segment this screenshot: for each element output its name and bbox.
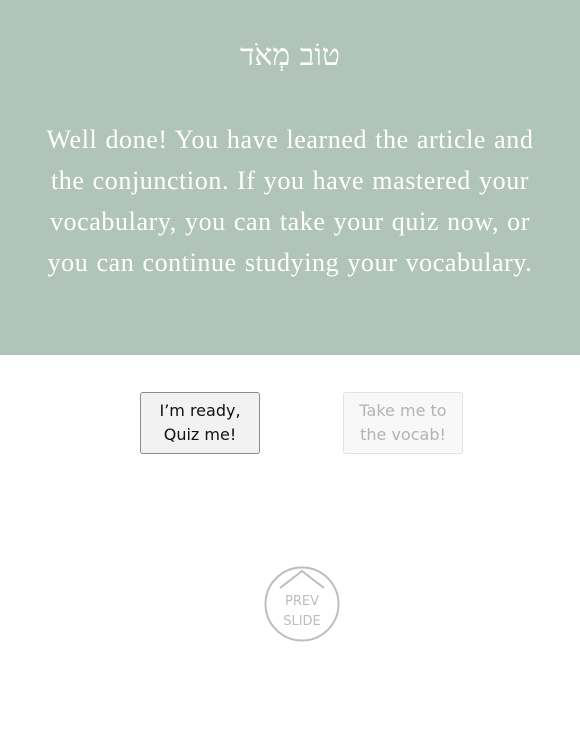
quiz-button-line-2: Quiz me! (163, 425, 237, 444)
quiz-button-line-1: I’m ready, (159, 401, 241, 420)
prev-label-line-2: SLIDE (283, 614, 321, 629)
quiz-me-button[interactable]: I’m ready, Quiz me! (140, 392, 260, 454)
page: טוֹב מְאֹד Well done! You have learned t… (0, 0, 580, 742)
prev-slide-button[interactable]: PREV SLIDE (264, 566, 340, 642)
vocab-button-line-2: the vocab! (360, 425, 446, 444)
hebrew-title: טוֹב מְאֹד (239, 38, 340, 73)
message-line: the conjunction. If you have mastered yo… (50, 166, 530, 195)
congratulations-message: Well done! You have learned the article … (0, 119, 580, 283)
prev-label-line-1: PREV (285, 594, 319, 609)
vocab-button-line-1: Take me to (359, 401, 447, 420)
message-line: vocabulary, you can take your quiz now, … (49, 207, 531, 236)
message-line: you can continue studying your vocabular… (47, 248, 533, 277)
vocab-button[interactable]: Take me to the vocab! (343, 392, 463, 454)
prev-slide-label: PREV SLIDE (264, 592, 340, 632)
message-line: Well done! You have learned the article … (46, 125, 534, 154)
congratulations-banner: טוֹב מְאֹד Well done! You have learned t… (0, 0, 580, 355)
